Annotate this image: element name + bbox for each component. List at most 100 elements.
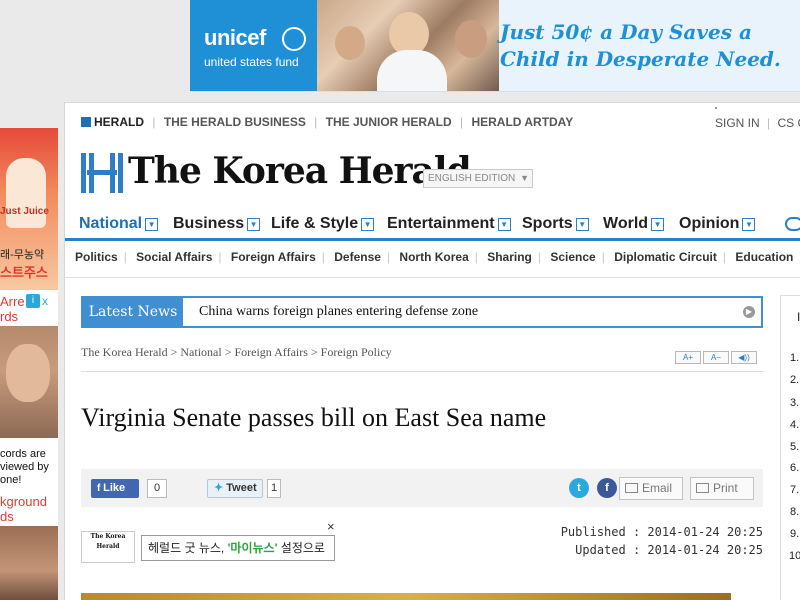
sidebar-rank[interactable]: 10.	[789, 550, 800, 562]
network-link-junior[interactable]: THE JUNIOR HERALD	[326, 115, 452, 129]
background-check-link[interactable]: kground ds	[0, 494, 47, 524]
edition-select[interactable]: ENGLISH EDITION ▼	[423, 169, 533, 188]
nav-item-entertainment[interactable]: Entertainment ▼	[387, 215, 511, 233]
latest-news-headline[interactable]: China warns foreign planes entering defe…	[199, 304, 478, 320]
sidebar-rank[interactable]: 4.	[790, 419, 799, 431]
promo-bubble[interactable]: 헤럴드 굿 뉴스, '마이뉴스' 설정으로	[141, 535, 335, 561]
network-link-herald[interactable]: HERALD	[94, 115, 144, 129]
records-line-3: one!	[0, 474, 22, 486]
separator: |	[460, 115, 464, 129]
mynews-promo[interactable]: The Korea Herald 헤럴드 굿 뉴스, '마이뉴스' 설정으로 ×	[81, 519, 337, 565]
records-line-2: viewed by	[0, 461, 49, 473]
chevron-down-icon[interactable]: ▼	[361, 218, 375, 231]
juice-bottle	[6, 158, 46, 228]
subnav-item-science[interactable]: Science	[550, 250, 595, 264]
separator: |	[601, 250, 605, 264]
separator: |	[152, 115, 156, 129]
chevron-down-icon[interactable]: ▼	[742, 218, 756, 231]
promo-thumbnail: The Korea Herald	[81, 531, 135, 563]
nav-item-national[interactable]: National ▼	[79, 215, 159, 233]
audio-speaker-button[interactable]: ◀))	[731, 351, 757, 364]
separator: |	[474, 250, 478, 264]
sidebar-rank[interactable]: 7.	[790, 484, 799, 496]
article-title: Virginia Senate passes bill on East Sea …	[81, 403, 547, 432]
subnav-item-sharing[interactable]: Sharing	[487, 250, 532, 264]
subnav-item-north-korea[interactable]: North Korea	[399, 250, 468, 264]
print-button[interactable]: Print	[690, 477, 754, 500]
font-decrease-button[interactable]: A−	[703, 351, 729, 364]
sign-in-link[interactable]: SIGN IN	[715, 116, 760, 130]
sidebar-rank[interactable]: 1.	[790, 352, 799, 364]
child-face	[335, 26, 365, 60]
breadcrumb[interactable]: The Korea Herald > National > Foreign Af…	[81, 345, 392, 360]
nav-item-business[interactable]: Business ▼	[173, 215, 261, 233]
subnav-item-social-affairs[interactable]: Social Affairs	[136, 250, 212, 264]
site-title[interactable]: The Korea Herald	[128, 150, 472, 192]
font-increase-button[interactable]: A+	[675, 351, 701, 364]
subnav-item-foreign-affairs[interactable]: Foreign Affairs	[231, 250, 316, 264]
email-button[interactable]: Email	[619, 477, 683, 500]
chevron-down-icon[interactable]: ▼	[497, 218, 511, 231]
chevron-down-icon: ▼	[520, 173, 529, 183]
nav-item-life-style[interactable]: Life & Style ▼	[271, 215, 375, 233]
chevron-down-icon[interactable]: ▼	[651, 218, 665, 231]
divider	[81, 371, 763, 372]
logo-bar	[81, 153, 86, 193]
sidebar-rank[interactable]: 6.	[790, 462, 799, 474]
network-link-business[interactable]: THE HERALD BUSINESS	[164, 115, 306, 129]
person-face	[6, 344, 50, 402]
sidebar-rank[interactable]: 3.	[790, 397, 799, 409]
twitter-share-icon[interactable]: t	[569, 478, 589, 498]
logo-bar	[118, 153, 123, 193]
share-bar: f Like 0 ✦ Tweet 1 t f m y Email Print	[81, 469, 763, 507]
separator: |	[314, 115, 318, 129]
nav-label: Opinion	[679, 215, 740, 232]
ad-close-icon[interactable]: x	[42, 294, 48, 308]
subnav-item-defense[interactable]: Defense	[334, 250, 381, 264]
nav-item-world[interactable]: World ▼	[603, 215, 665, 233]
ad-photo-children	[317, 0, 499, 91]
ad-slogan: Just 50¢ a Day Saves a Child in Desperat…	[500, 19, 781, 73]
separator: |	[218, 250, 222, 264]
nav-label: Entertainment	[387, 215, 495, 232]
facebook-like-button[interactable]: f Like	[91, 479, 139, 498]
close-icon[interactable]: ×	[327, 519, 335, 534]
nav-item-opinion[interactable]: Opinion ▼	[679, 215, 756, 233]
tweet-button[interactable]: ✦ Tweet	[207, 479, 263, 498]
subnav-item-politics[interactable]: Politics	[75, 250, 118, 264]
article-photo[interactable]	[81, 593, 731, 600]
promo-text: 헤럴드 굿 뉴스,	[148, 541, 228, 555]
chevron-down-icon[interactable]: ▼	[145, 218, 159, 231]
edition-label: ENGLISH EDITION	[428, 173, 516, 184]
sidebar-rank[interactable]: 2.	[790, 374, 799, 386]
separator: |	[767, 116, 771, 130]
subnav-item-education[interactable]: Education	[735, 250, 793, 264]
unicef-banner-ad[interactable]: unicef united states fund Just 50¢ a Day…	[190, 0, 800, 92]
chevron-down-icon[interactable]: ▼	[247, 218, 261, 231]
latest-news-ticker: Latest News China warns foreign planes e…	[81, 296, 763, 328]
facebook-share-icon[interactable]: f	[597, 478, 617, 498]
network-link-artday[interactable]: HERALD ARTDAY	[471, 115, 573, 129]
herald-h-icon	[81, 117, 91, 127]
left-side-ad[interactable]: Just Juice 래-무농약 스트주스 Arre rds i x cords…	[0, 128, 58, 600]
unicef-logo: unicef united states fund	[190, 0, 317, 91]
next-arrow-icon[interactable]: ▶	[743, 306, 755, 318]
chevron-down-icon[interactable]: ▼	[575, 218, 589, 231]
cs-link[interactable]: CS C	[777, 116, 800, 130]
adchoices-icon[interactable]: i	[26, 294, 40, 308]
sidebar-rank[interactable]: 9.	[790, 528, 799, 540]
main-nav: National ▼ Business ▼ Life & Style ▼ Entert…	[65, 209, 800, 241]
envelope-icon	[625, 483, 638, 493]
subnav-item-diplomatic-circuit[interactable]: Diplomatic Circuit	[614, 250, 717, 264]
sidebar-rank[interactable]: 8.	[790, 506, 799, 518]
child-face	[455, 20, 487, 58]
print-label: Print	[713, 481, 738, 495]
nav-item-sports[interactable]: Sports ▼	[522, 215, 589, 233]
speech-bubble-icon[interactable]	[785, 217, 800, 231]
mugshot-image[interactable]	[0, 326, 58, 438]
unicef-globe-icon	[282, 27, 306, 51]
ad-person-image[interactable]	[0, 526, 58, 600]
herald-logo-icon[interactable]	[81, 153, 123, 193]
logo-crossbar	[87, 170, 117, 175]
sidebar-rank[interactable]: 5.	[790, 441, 799, 453]
